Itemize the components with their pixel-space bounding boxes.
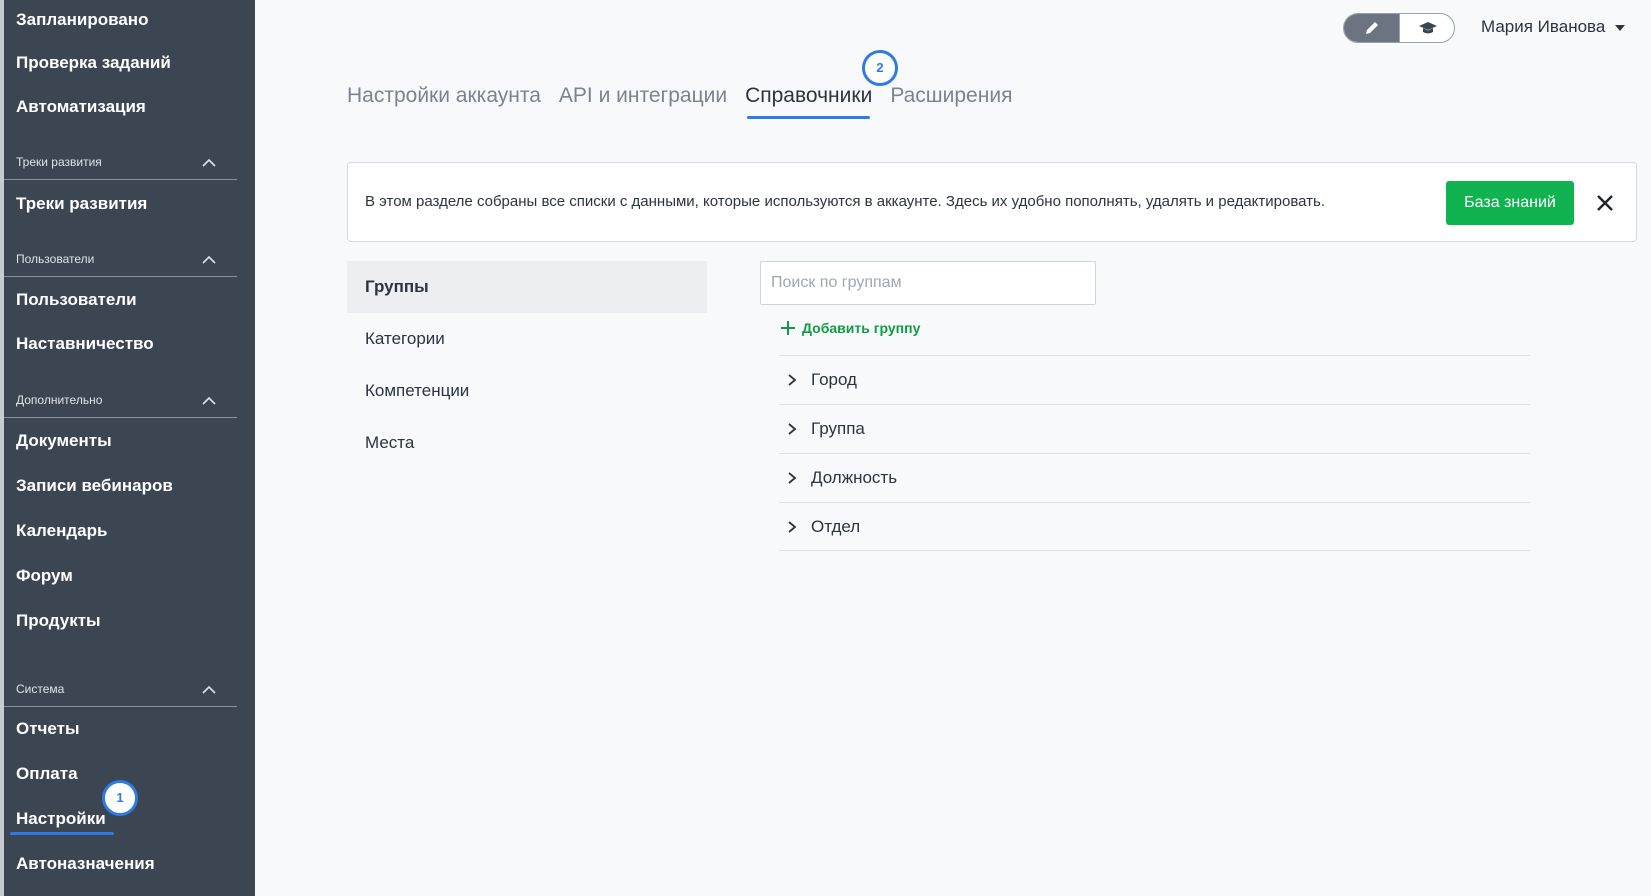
section-title: Пользователи — [16, 252, 95, 266]
tab-extensions[interactable]: Расширения — [890, 84, 1012, 108]
list-item[interactable]: Группа — [779, 404, 1530, 453]
dictionary-item-places[interactable]: Места — [347, 417, 707, 469]
caret-down-icon — [1615, 24, 1626, 31]
sidebar-scrollbar[interactable] — [0, 0, 4, 896]
sidebar-item-settings[interactable]: Настройки — [16, 809, 106, 829]
group-name: Город — [811, 370, 857, 389]
tab-dictionaries[interactable]: Справочники — [745, 84, 873, 119]
chevron-right-icon — [788, 472, 797, 484]
sidebar-item-forum[interactable]: Форум — [16, 566, 73, 586]
step-badge: 2 — [862, 50, 898, 86]
chevron-up-icon — [202, 255, 216, 264]
user-menu[interactable]: Мария Иванова — [1481, 17, 1626, 37]
sidebar-item-reports[interactable]: Отчеты — [16, 719, 80, 739]
section-header-users[interactable]: Пользователи — [0, 246, 237, 277]
mode-toggle[interactable] — [1343, 13, 1455, 43]
step-badge: 1 — [102, 780, 138, 816]
section-title: Система — [16, 682, 65, 696]
dictionary-item-groups[interactable]: Группы — [347, 261, 707, 313]
chevron-right-icon — [788, 423, 797, 435]
list-item[interactable]: Город — [779, 355, 1530, 404]
list-item[interactable]: Должность — [779, 453, 1530, 502]
sidebar-item-auto-assign[interactable]: Автоназначения — [16, 854, 155, 874]
sidebar-item-calendar[interactable]: Календарь — [16, 521, 107, 541]
chevron-up-icon — [202, 685, 216, 694]
close-icon[interactable] — [1593, 191, 1617, 215]
dictionary-menu: Группы Категории Компетенции Места — [347, 261, 707, 469]
sidebar-item-task-review[interactable]: Проверка заданий — [16, 53, 171, 73]
active-indicator — [10, 832, 114, 835]
chevron-up-icon — [202, 158, 216, 167]
user-name: Мария Иванова — [1481, 17, 1606, 36]
group-name: Должность — [811, 468, 898, 487]
dictionary-item-competencies[interactable]: Компетенции — [347, 365, 707, 417]
section-title: Треки развития — [16, 155, 102, 169]
edit-mode-button[interactable] — [1344, 14, 1399, 42]
tab-label: Справочники — [745, 84, 873, 107]
sidebar: Запланировано Проверка заданий Автоматиз… — [0, 0, 255, 896]
chevron-right-icon — [788, 374, 797, 386]
section-title: Дополнительно — [16, 393, 103, 407]
group-name: Группа — [811, 419, 865, 438]
chevron-right-icon — [788, 520, 797, 533]
sidebar-item-automation[interactable]: Автоматизация — [16, 97, 146, 117]
sidebar-item-mentoring[interactable]: Наставничество — [16, 334, 154, 354]
search-input[interactable] — [760, 261, 1096, 305]
sidebar-item-scheduled[interactable]: Запланировано — [16, 10, 148, 30]
add-group-label: Добавить группу — [802, 320, 921, 336]
section-header-system[interactable]: Система — [0, 676, 237, 707]
graduation-cap-icon — [1418, 22, 1437, 34]
sidebar-item-users[interactable]: Пользователи — [16, 290, 137, 310]
settings-tabs: Настройки аккаунта API и интеграции Спра… — [347, 84, 1012, 119]
sidebar-item-webinars[interactable]: Записи вебинаров — [16, 476, 173, 496]
chevron-up-icon — [202, 396, 216, 405]
tab-account-settings[interactable]: Настройки аккаунта — [347, 84, 541, 108]
dictionary-item-categories[interactable]: Категории — [347, 313, 707, 365]
group-list: Город Группа Должность Отдел — [779, 355, 1530, 551]
learner-mode-button[interactable] — [1399, 14, 1454, 42]
sidebar-item-products[interactable]: Продукты — [16, 611, 101, 631]
active-tab-indicator — [747, 116, 871, 119]
add-group-button[interactable]: Добавить группу — [780, 320, 920, 336]
sidebar-item-tracks[interactable]: Треки развития — [16, 194, 147, 214]
banner-text: В этом разделе собраны все списки с данн… — [365, 193, 1326, 210]
section-header-additional[interactable]: Дополнительно — [0, 387, 237, 418]
list-item[interactable]: Отдел — [779, 502, 1530, 551]
section-header-tracks[interactable]: Треки развития — [0, 149, 237, 180]
group-name: Отдел — [811, 516, 861, 536]
pencil-icon — [1365, 22, 1378, 34]
tab-api-integrations[interactable]: API и интеграции — [559, 84, 727, 108]
sidebar-item-payment[interactable]: Оплата — [16, 764, 78, 784]
plus-icon — [781, 321, 795, 335]
sidebar-item-documents[interactable]: Документы — [16, 431, 112, 451]
knowledge-base-button[interactable]: База знаний — [1446, 181, 1574, 225]
info-banner: В этом разделе собраны все списки с данн… — [347, 162, 1637, 242]
